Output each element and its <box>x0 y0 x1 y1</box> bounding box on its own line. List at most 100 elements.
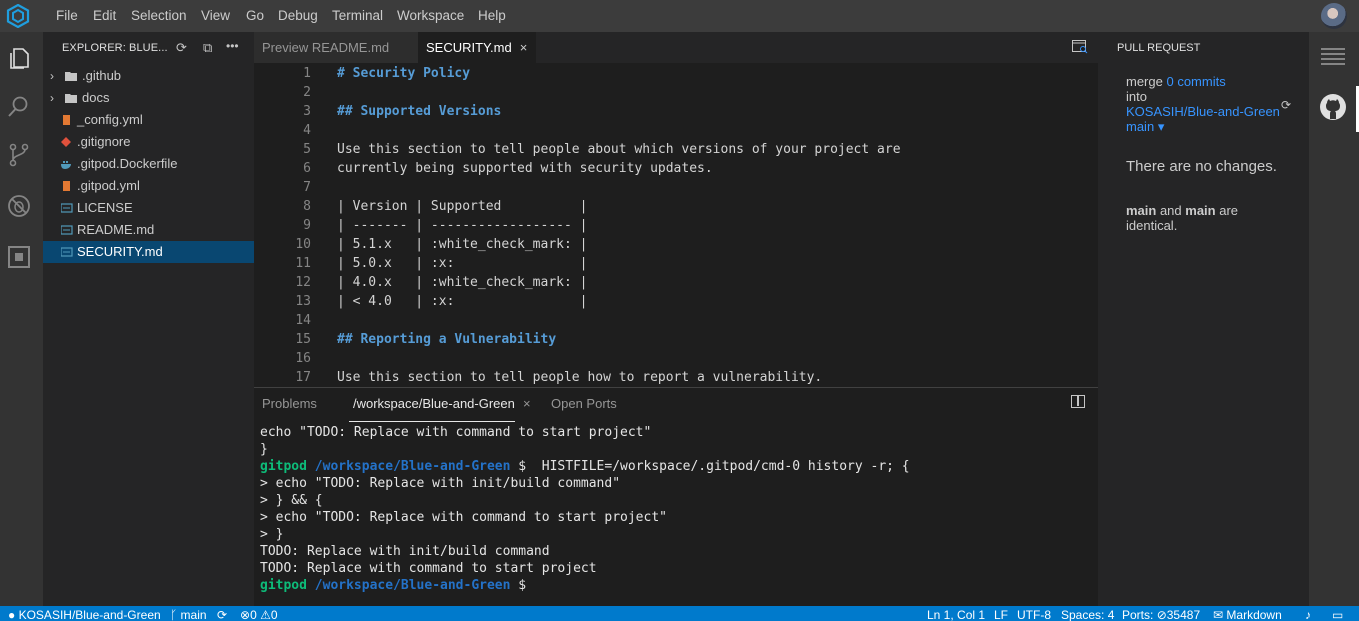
line-number: 11 <box>295 256 311 271</box>
tab-security-md[interactable]: SECURITY.md × <box>418 32 536 63</box>
pull-request-title: PULL REQUEST <box>1117 42 1201 54</box>
line-number: 8 <box>303 199 311 214</box>
line-number: 7 <box>303 180 311 195</box>
line-text: | < 4.0 | :x: | <box>337 294 588 309</box>
active-tab-underline <box>349 421 515 422</box>
comment-icon: ✉ <box>1213 608 1224 621</box>
terminal-prompt[interactable]: gitpod /workspace/Blue-and-Green $ <box>260 577 534 594</box>
more-actions-icon[interactable]: ••• <box>226 39 239 53</box>
menu-help[interactable]: Help <box>478 8 506 23</box>
extensions-icon[interactable] <box>6 244 32 270</box>
commits-link[interactable]: 0 commits <box>1166 74 1225 89</box>
close-icon[interactable]: × <box>520 40 528 55</box>
menu-debug[interactable]: Debug <box>278 8 318 23</box>
chevron-right-icon: › <box>50 91 54 105</box>
menu-edit[interactable]: Edit <box>93 8 116 23</box>
menu-terminal[interactable]: Terminal <box>332 8 383 23</box>
tree-item-security[interactable]: SECURITY.md <box>43 241 254 263</box>
line-number: 16 <box>295 351 311 366</box>
menu-selection[interactable]: Selection <box>131 8 187 23</box>
code-line: 10 | 5.1.x | :white_check_mark: | <box>254 235 1098 254</box>
line-number: 2 <box>303 85 311 100</box>
tree-item-label: .gitpod.yml <box>77 178 140 193</box>
repo-link[interactable]: KOSASIH/Blue-and-Green <box>1126 104 1280 119</box>
tab-terminal[interactable]: /workspace/Blue-and-Green <box>353 396 515 411</box>
tree-item-license[interactable]: LICENSE <box>43 197 254 219</box>
collapse-all-icon[interactable]: ⧉ <box>203 40 212 56</box>
tree-item-github[interactable]: › .github <box>43 65 254 87</box>
tree-item-label: SECURITY.md <box>77 244 163 259</box>
code-line: 1 # Security Policy <box>254 64 1098 83</box>
cursor-position[interactable]: Ln 1, Col 1 <box>927 608 985 621</box>
repo-status[interactable]: ● KOSASIH/Blue-and-Green <box>8 608 161 621</box>
tree-item-label: .gitpod.Dockerfile <box>77 156 178 171</box>
terminal-close-icon[interactable]: × <box>523 396 531 411</box>
line-text: # Security Policy <box>337 66 471 81</box>
code-line: 4 <box>254 121 1098 140</box>
list-icon[interactable] <box>1321 48 1345 66</box>
line-number: 5 <box>303 142 311 157</box>
tree-item-docs[interactable]: › docs <box>43 87 254 109</box>
tree-item-label: .gitignore <box>77 134 131 149</box>
menu-bar: File Edit Selection View Go Debug Termin… <box>0 0 1359 32</box>
menu-workspace[interactable]: Workspace <box>397 8 464 23</box>
refresh-icon[interactable]: ⟳ <box>1281 98 1291 112</box>
error-icon: ⊗ <box>240 608 251 621</box>
encoding-status[interactable]: UTF-8 <box>1017 608 1051 621</box>
debug-icon[interactable] <box>6 193 32 219</box>
tree-item-label: docs <box>82 90 110 105</box>
tree-item-config-yml[interactable]: _config.yml <box>43 109 254 131</box>
split-panel-icon[interactable] <box>1071 395 1085 408</box>
sync-icon[interactable]: ⟳ <box>217 608 227 621</box>
gitpod-logo-icon[interactable] <box>6 4 30 28</box>
code-line: 8 | Version | Supported | <box>254 197 1098 216</box>
status-bar: ● KOSASIH/Blue-and-Green ᚴ main ⟳ ⊗0 ⚠0 … <box>0 606 1359 621</box>
tab-preview-readme[interactable]: Preview README.md <box>254 32 418 63</box>
tree-item-gitpod-yml[interactable]: .gitpod.yml <box>43 175 254 197</box>
identical-text-cont: identical. <box>1126 218 1178 233</box>
tree-item-gitignore[interactable]: .gitignore <box>43 131 254 153</box>
line-text: | 4.0.x | :white_check_mark: | <box>337 275 588 290</box>
tree-item-readme[interactable]: README.md <box>43 219 254 241</box>
text-file-icon <box>61 203 73 213</box>
terminal-line: > } <box>260 527 284 542</box>
source-control-icon[interactable] <box>6 142 32 168</box>
branch-status[interactable]: ᚴ main <box>170 608 207 621</box>
eol-status[interactable]: LF <box>994 608 1008 621</box>
tree-item-gitpod-dockerfile[interactable]: .gitpod.Dockerfile <box>43 153 254 175</box>
line-number: 10 <box>295 237 311 252</box>
github-icon[interactable] <box>1319 93 1347 121</box>
line-number: 6 <box>303 161 311 176</box>
bell-icon[interactable]: ♪ <box>1305 608 1311 621</box>
docker-file-icon <box>61 161 71 169</box>
menu-file[interactable]: File <box>56 8 78 23</box>
menu-go[interactable]: Go <box>246 8 264 23</box>
code-line: 15 ## Reporting a Vulnerability <box>254 330 1098 349</box>
line-text: Use this section to tell people how to r… <box>337 370 823 385</box>
refresh-icon[interactable]: ⟳ <box>176 40 187 56</box>
code-line: 11 | 5.0.x | :x: | <box>254 254 1098 273</box>
search-icon[interactable] <box>6 94 32 120</box>
tree-item-label: README.md <box>77 222 155 237</box>
language-status[interactable]: ✉ Markdown <box>1213 608 1282 621</box>
editor-tabs: Preview README.md SECURITY.md × <box>254 32 1098 63</box>
open-preview-to-side-icon[interactable] <box>1072 40 1088 54</box>
layout-icon[interactable]: ▭ <box>1332 608 1343 621</box>
pull-request-pane: PULL REQUEST merge 0 commits into KOSASI… <box>1098 32 1309 606</box>
line-number: 3 <box>303 104 311 119</box>
code-editor[interactable]: 1 # Security Policy 2 3 ## Supported Versi… <box>254 63 1098 387</box>
user-avatar[interactable] <box>1321 3 1347 29</box>
problems-status[interactable]: ⊗0 ⚠0 <box>240 608 278 621</box>
menu-view[interactable]: View <box>201 8 230 23</box>
code-line: 7 <box>254 178 1098 197</box>
line-text: ## Reporting a Vulnerability <box>337 332 557 347</box>
files-icon[interactable] <box>6 45 32 71</box>
line-text: | Version | Supported | <box>337 199 588 214</box>
tab-open-ports[interactable]: Open Ports <box>551 396 617 411</box>
branch-link[interactable]: main ▾ <box>1126 119 1164 135</box>
ports-status[interactable]: Ports: ⊘35487 <box>1122 608 1200 621</box>
indent-status[interactable]: Spaces: 4 <box>1061 608 1114 621</box>
tab-problems[interactable]: Problems <box>262 396 317 411</box>
tab-label: Preview README.md <box>262 40 390 55</box>
line-text: | ------- | ------------------ | <box>337 218 588 233</box>
